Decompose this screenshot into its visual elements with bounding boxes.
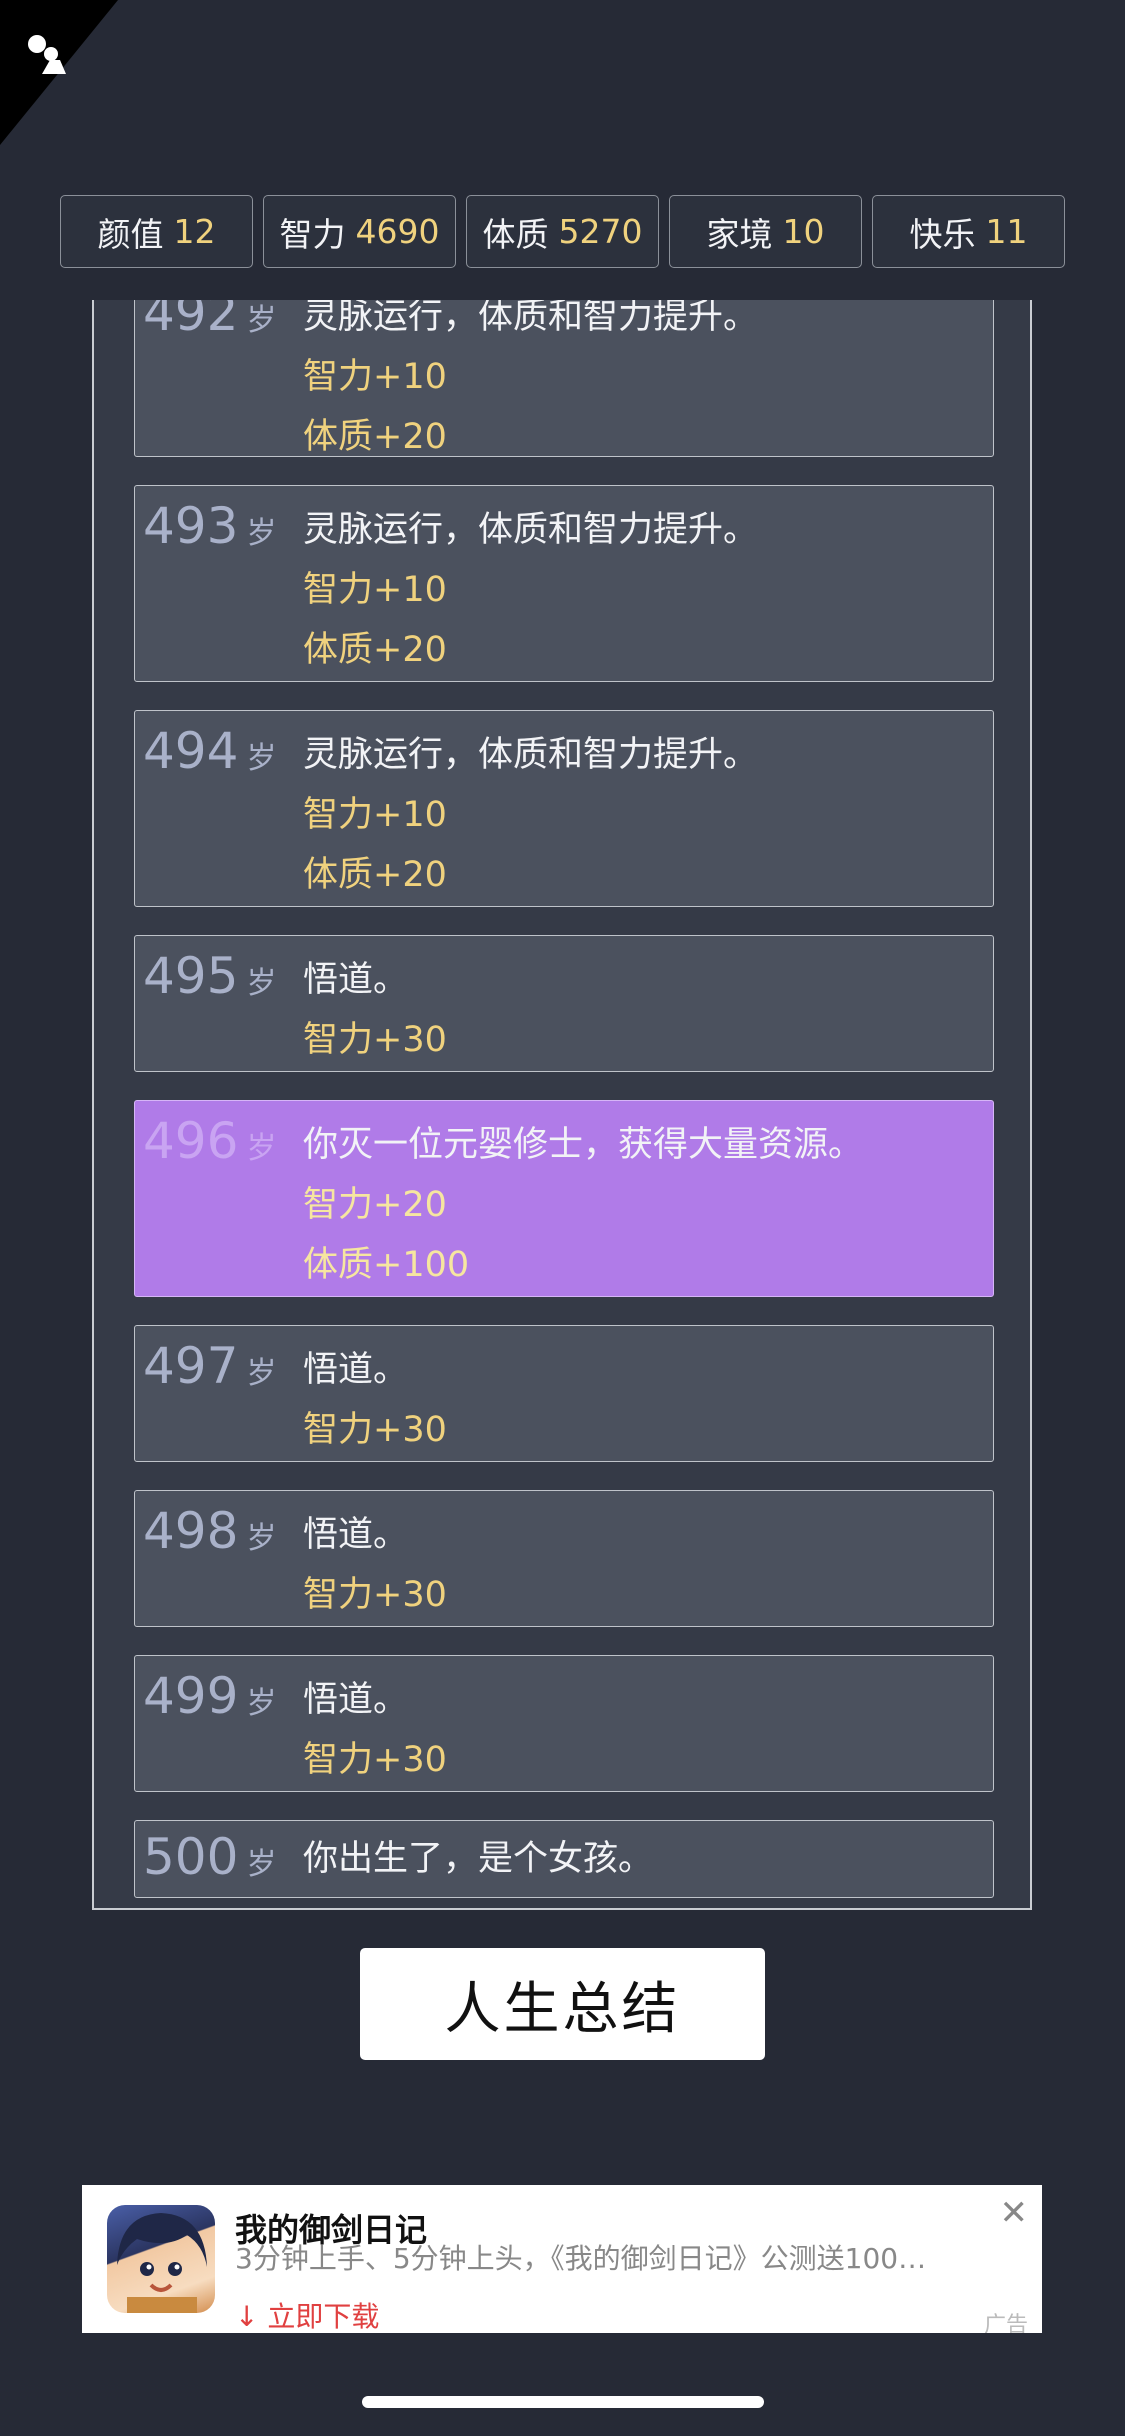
stat-label: 快乐	[909, 214, 976, 254]
age-label: 493 岁	[143, 497, 277, 555]
age-label: 498 岁	[143, 1502, 277, 1560]
ad-banner[interactable]: 我的御剑日记 3分钟上手、5分钟上头，《我的御剑日记》公测送100… ↓ 立即下…	[82, 2185, 1042, 2333]
event-text: 灵脉运行，体质和智力提升。	[303, 735, 759, 775]
stat-family: 家境 10	[669, 195, 862, 268]
effect-intelligence: 智力+10	[303, 357, 447, 397]
age-label: 496 岁	[143, 1112, 277, 1170]
stat-value: 4690	[355, 212, 440, 251]
effect-intelligence: 智力+20	[303, 1185, 447, 1225]
event-text: 悟道。	[303, 1515, 409, 1555]
log-entry: 500 岁 你出生了，是个女孩。	[134, 1820, 994, 1898]
event-text: 你灭一位元婴修士，获得大量资源。	[303, 1125, 864, 1165]
ad-download-link[interactable]: ↓ 立即下载	[235, 2295, 379, 2333]
stat-value: 12	[173, 212, 216, 251]
stat-appearance: 颜值 12	[60, 195, 253, 268]
effect-intelligence: 智力+30	[303, 1020, 447, 1060]
effect-constitution: 体质+20	[303, 417, 447, 457]
chess-pawn-icon[interactable]	[24, 30, 74, 80]
stat-label: 颜值	[97, 214, 164, 254]
home-indicator[interactable]	[362, 2396, 764, 2408]
stat-label: 智力	[279, 214, 346, 254]
download-arrow-icon: ↓	[235, 2300, 259, 2333]
effect-constitution: 体质+20	[303, 855, 447, 895]
stat-value: 5270	[558, 212, 643, 251]
life-log[interactable]: 492 岁 灵脉运行，体质和智力提升。 智力+10 体质+20 493 岁 灵脉运行…	[92, 300, 1032, 1910]
stat-label: 体质	[482, 214, 549, 254]
age-label: 495 岁	[143, 947, 277, 1005]
event-text: 悟道。	[303, 1680, 409, 1720]
effect-intelligence: 智力+30	[303, 1410, 447, 1450]
stat-value: 11	[985, 212, 1028, 251]
effect-constitution: 体质+20	[303, 630, 447, 670]
close-icon[interactable]: ✕	[1000, 2193, 1029, 2233]
stat-constitution: 体质 5270	[466, 195, 659, 268]
log-entry: 494 岁 灵脉运行，体质和智力提升。 智力+10 体质+20	[134, 710, 994, 907]
stat-label: 家境	[706, 214, 773, 254]
effect-intelligence: 智力+10	[303, 795, 447, 835]
age-label: 494 岁	[143, 722, 277, 780]
log-entry: 498 岁 悟道。 智力+30	[134, 1490, 994, 1627]
age-label: 500 岁	[143, 1828, 277, 1886]
log-entry: 499 岁 悟道。 智力+30	[134, 1655, 994, 1792]
log-entry: 492 岁 灵脉运行，体质和智力提升。 智力+10 体质+20	[134, 300, 994, 457]
life-summary-button[interactable]: 人生总结	[360, 1948, 765, 2060]
ad-description: 3分钟上手、5分钟上头，《我的御剑日记》公测送100…	[235, 2242, 927, 2275]
event-text: 灵脉运行，体质和智力提升。	[303, 300, 759, 337]
effect-intelligence: 智力+30	[303, 1740, 447, 1780]
event-text: 悟道。	[303, 960, 409, 1000]
effect-intelligence: 智力+30	[303, 1575, 447, 1615]
stats-bar: 颜值 12 智力 4690 体质 5270 家境 10 快乐 11	[60, 195, 1065, 270]
stat-value: 10	[782, 212, 825, 251]
age-label: 492 岁	[143, 300, 277, 342]
event-text: 你出生了，是个女孩。	[303, 1839, 654, 1879]
log-entry: 493 岁 灵脉运行，体质和智力提升。 智力+10 体质+20	[134, 485, 994, 682]
event-text: 灵脉运行，体质和智力提升。	[303, 510, 759, 550]
stat-intelligence: 智力 4690	[263, 195, 456, 268]
ad-cta-label: 立即下载	[267, 2300, 380, 2333]
log-entry: 495 岁 悟道。 智力+30	[134, 935, 994, 1072]
age-label: 499 岁	[143, 1667, 277, 1725]
ad-tag: 广告	[983, 2313, 1028, 2333]
effect-constitution: 体质+100	[303, 1245, 470, 1285]
event-text: 悟道。	[303, 1350, 409, 1390]
log-entry: 497 岁 悟道。 智力+30	[134, 1325, 994, 1462]
effect-intelligence: 智力+10	[303, 570, 447, 610]
ad-app-icon[interactable]	[107, 2205, 215, 2313]
stat-happiness: 快乐 11	[872, 195, 1065, 268]
age-label: 497 岁	[143, 1337, 277, 1395]
log-entry-highlight: 496 岁 你灭一位元婴修士，获得大量资源。 智力+20 体质+100	[134, 1100, 994, 1297]
